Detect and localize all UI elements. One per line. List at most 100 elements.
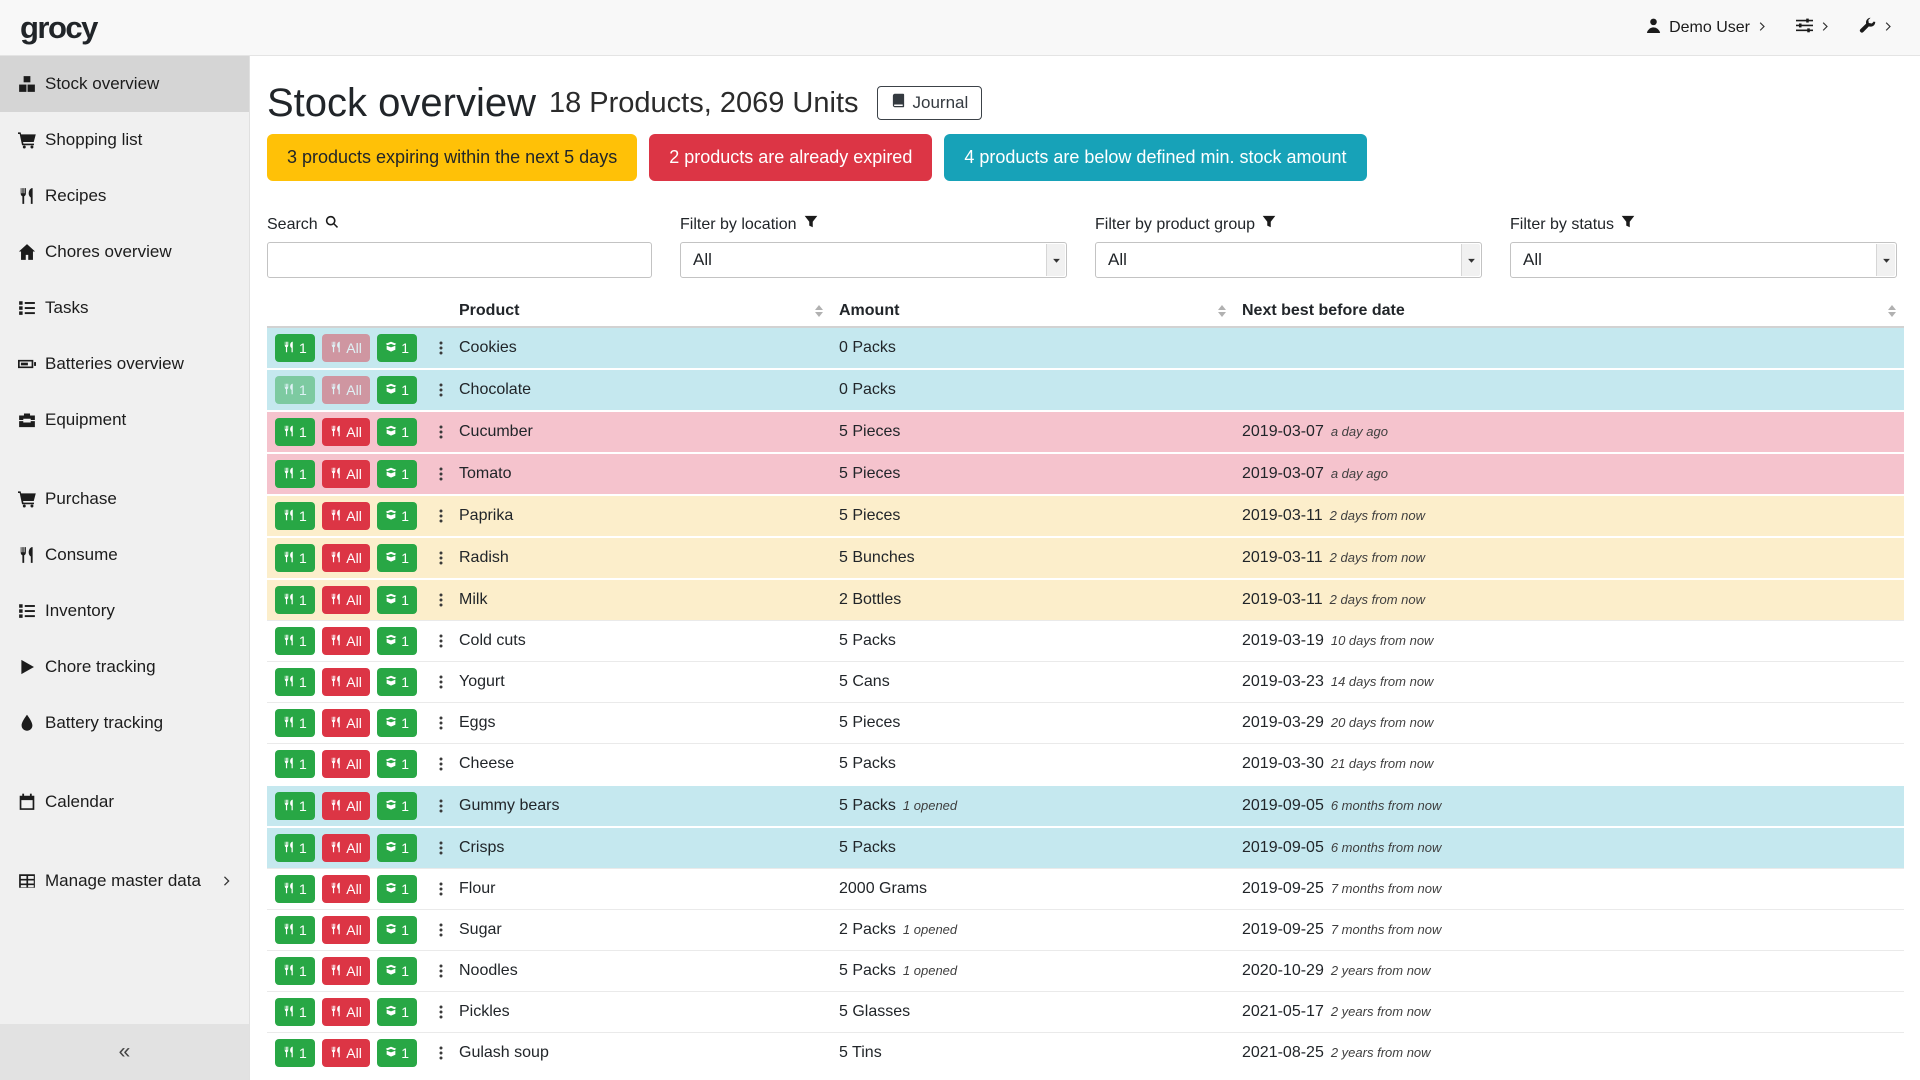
- row-menu-kebab-icon[interactable]: [433, 633, 449, 649]
- consume-all-button[interactable]: All: [322, 957, 370, 985]
- consume-one-button[interactable]: 1: [275, 627, 315, 655]
- sidebar-item-consume[interactable]: Consume: [0, 527, 249, 583]
- user-menu[interactable]: Demo User: [1645, 17, 1768, 39]
- open-one-button[interactable]: 1: [377, 460, 417, 488]
- consume-all-button[interactable]: All: [322, 627, 370, 655]
- row-menu-kebab-icon[interactable]: [433, 1004, 449, 1020]
- consume-one-button[interactable]: 1: [275, 376, 315, 404]
- row-menu-kebab-icon[interactable]: [433, 881, 449, 897]
- consume-one-button[interactable]: 1: [275, 334, 315, 362]
- row-menu-kebab-icon[interactable]: [433, 963, 449, 979]
- consume-all-button[interactable]: All: [322, 376, 370, 404]
- consume-all-button[interactable]: All: [322, 1039, 370, 1067]
- open-one-button[interactable]: 1: [377, 502, 417, 530]
- open-one-button[interactable]: 1: [377, 376, 417, 404]
- row-menu-kebab-icon[interactable]: [433, 674, 449, 690]
- consume-all-button[interactable]: All: [322, 544, 370, 572]
- row-menu-kebab-icon[interactable]: [433, 340, 449, 356]
- consume-all-button[interactable]: All: [322, 709, 370, 737]
- sidebar-item-equipment[interactable]: Equipment: [0, 392, 249, 448]
- row-menu-kebab-icon[interactable]: [433, 466, 449, 482]
- open-one-button[interactable]: 1: [377, 792, 417, 820]
- location-filter-select[interactable]: All: [680, 242, 1067, 278]
- consume-one-button[interactable]: 1: [275, 916, 315, 944]
- status-alert-button[interactable]: 3 products expiring within the next 5 da…: [267, 134, 637, 181]
- consume-all-button[interactable]: All: [322, 586, 370, 614]
- open-one-button[interactable]: 1: [377, 544, 417, 572]
- row-menu-kebab-icon[interactable]: [433, 922, 449, 938]
- open-one-button[interactable]: 1: [377, 998, 417, 1026]
- row-menu-kebab-icon[interactable]: [433, 508, 449, 524]
- sort-icon[interactable]: [1218, 305, 1226, 317]
- settings-menu[interactable]: [1796, 17, 1831, 39]
- status-filter-select[interactable]: All: [1510, 242, 1897, 278]
- open-one-button[interactable]: 1: [377, 418, 417, 446]
- open-one-button[interactable]: 1: [377, 834, 417, 862]
- row-menu-kebab-icon[interactable]: [433, 424, 449, 440]
- status-alert-button[interactable]: 4 products are below defined min. stock …: [944, 134, 1366, 181]
- row-menu-kebab-icon[interactable]: [433, 592, 449, 608]
- open-one-button[interactable]: 1: [377, 586, 417, 614]
- consume-one-button[interactable]: 1: [275, 460, 315, 488]
- consume-one-button[interactable]: 1: [275, 586, 315, 614]
- sidebar-item-inventory[interactable]: Inventory: [0, 583, 249, 639]
- product-group-filter-select[interactable]: All: [1095, 242, 1482, 278]
- consume-all-button[interactable]: All: [322, 750, 370, 778]
- sidebar-item-batteries-overview[interactable]: Batteries overview: [0, 336, 249, 392]
- consume-one-button[interactable]: 1: [275, 834, 315, 862]
- sidebar-item-chores-overview[interactable]: Chores overview: [0, 224, 249, 280]
- consume-one-button[interactable]: 1: [275, 544, 315, 572]
- consume-one-button[interactable]: 1: [275, 998, 315, 1026]
- consume-all-button[interactable]: All: [322, 875, 370, 903]
- row-menu-kebab-icon[interactable]: [433, 840, 449, 856]
- open-one-button[interactable]: 1: [377, 916, 417, 944]
- row-menu-kebab-icon[interactable]: [433, 1045, 449, 1061]
- open-one-button[interactable]: 1: [377, 334, 417, 362]
- consume-one-button[interactable]: 1: [275, 792, 315, 820]
- consume-all-button[interactable]: All: [322, 834, 370, 862]
- consume-all-button[interactable]: All: [322, 916, 370, 944]
- consume-one-button[interactable]: 1: [275, 750, 315, 778]
- status-alert-button[interactable]: 2 products are already expired: [649, 134, 932, 181]
- open-one-button[interactable]: 1: [377, 668, 417, 696]
- sidebar-item-chore-tracking[interactable]: Chore tracking: [0, 639, 249, 695]
- row-menu-kebab-icon[interactable]: [433, 715, 449, 731]
- consume-all-button[interactable]: All: [322, 668, 370, 696]
- sidebar-item-battery-tracking[interactable]: Battery tracking: [0, 695, 249, 751]
- consume-all-button[interactable]: All: [322, 502, 370, 530]
- consume-one-button[interactable]: 1: [275, 875, 315, 903]
- open-one-button[interactable]: 1: [377, 957, 417, 985]
- sort-icon[interactable]: [815, 305, 823, 317]
- row-menu-kebab-icon[interactable]: [433, 756, 449, 772]
- sidebar-item-calendar[interactable]: Calendar: [0, 774, 249, 830]
- sidebar-item-recipes[interactable]: Recipes: [0, 168, 249, 224]
- product-column-header[interactable]: Product: [451, 296, 831, 327]
- open-one-button[interactable]: 1: [377, 750, 417, 778]
- amount-column-header[interactable]: Amount: [831, 296, 1234, 327]
- consume-all-button[interactable]: All: [322, 334, 370, 362]
- consume-one-button[interactable]: 1: [275, 502, 315, 530]
- open-one-button[interactable]: 1: [377, 627, 417, 655]
- row-menu-kebab-icon[interactable]: [433, 798, 449, 814]
- consume-one-button[interactable]: 1: [275, 709, 315, 737]
- sidebar-item-manage-master-data[interactable]: Manage master data: [0, 853, 249, 909]
- row-menu-kebab-icon[interactable]: [433, 382, 449, 398]
- open-one-button[interactable]: 1: [377, 1039, 417, 1067]
- consume-one-button[interactable]: 1: [275, 957, 315, 985]
- search-input[interactable]: [267, 242, 652, 278]
- consume-all-button[interactable]: All: [322, 418, 370, 446]
- journal-button[interactable]: Journal: [877, 86, 983, 120]
- open-one-button[interactable]: 1: [377, 709, 417, 737]
- open-one-button[interactable]: 1: [377, 875, 417, 903]
- admin-menu[interactable]: [1859, 17, 1894, 39]
- consume-one-button[interactable]: 1: [275, 668, 315, 696]
- consume-all-button[interactable]: All: [322, 460, 370, 488]
- row-menu-kebab-icon[interactable]: [433, 550, 449, 566]
- sidebar-item-tasks[interactable]: Tasks: [0, 280, 249, 336]
- consume-one-button[interactable]: 1: [275, 1039, 315, 1067]
- sidebar-collapse-button[interactable]: «: [0, 1024, 249, 1080]
- sidebar-item-shopping-list[interactable]: Shopping list: [0, 112, 249, 168]
- sidebar-item-stock-overview[interactable]: Stock overview: [0, 56, 249, 112]
- sidebar-item-purchase[interactable]: Purchase: [0, 471, 249, 527]
- best-before-column-header[interactable]: Next best before date: [1234, 296, 1904, 327]
